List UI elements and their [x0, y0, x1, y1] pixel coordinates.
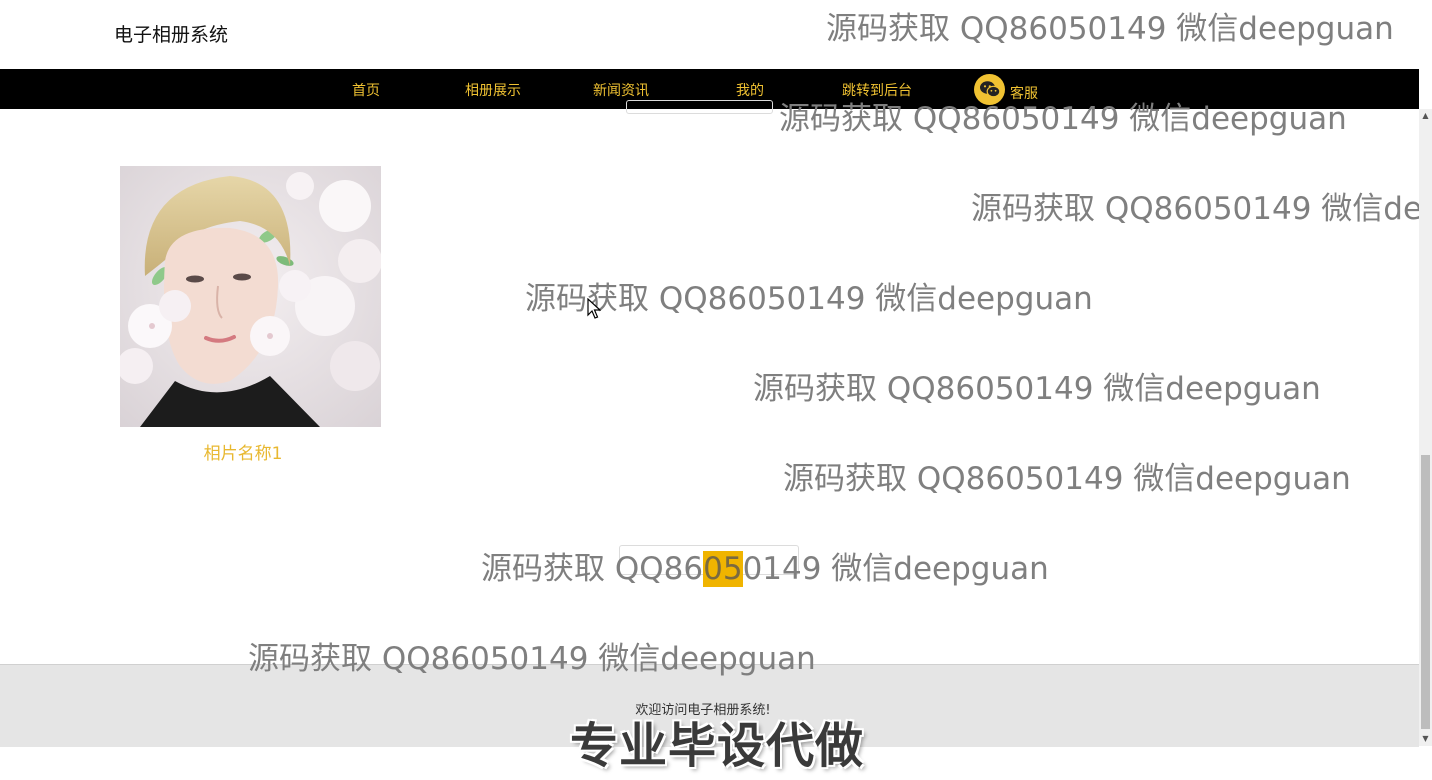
watermark-text: 源码获取 QQ86050149 微信deep [971, 191, 1432, 227]
photo-thumbnail[interactable] [120, 166, 381, 427]
nav-item-news[interactable]: 新闻资讯 [593, 80, 649, 100]
nav-item-home[interactable]: 首页 [352, 80, 380, 100]
nav-item-mine[interactable]: 我的 [736, 80, 764, 100]
scroll-thumb[interactable] [1421, 455, 1430, 729]
photo-card: 相片名称1 [120, 166, 381, 464]
overlay-box [626, 100, 773, 114]
customer-service-button[interactable]: 客服 [974, 73, 1038, 105]
watermark-text: 源码获取 QQ86050149 微信deepguan [525, 281, 1093, 317]
nav-item-admin[interactable]: 跳转到后台 [842, 80, 912, 100]
watermark-text: 源码获取 QQ86050149 微信deepguan [783, 461, 1351, 497]
header: 电子相册系统 [0, 0, 1419, 69]
nav-item-albums[interactable]: 相册展示 [465, 80, 521, 100]
scroll-down-icon[interactable]: ▼ [1419, 732, 1432, 746]
wechat-icon [974, 73, 1005, 105]
customer-service-label: 客服 [1010, 86, 1038, 102]
vertical-scrollbar[interactable]: ▲ ▼ [1419, 109, 1432, 746]
photo-caption[interactable]: 相片名称1 [120, 439, 366, 464]
promo-banner: 专业毕设代做 [570, 718, 865, 774]
site-title: 电子相册系统 [114, 24, 229, 46]
overlay-box [619, 545, 799, 575]
scroll-up-icon[interactable]: ▲ [1419, 109, 1432, 123]
watermark-text: 源码获取 QQ86050149 微信deepguan [753, 371, 1321, 407]
mouse-cursor-icon [587, 298, 601, 319]
